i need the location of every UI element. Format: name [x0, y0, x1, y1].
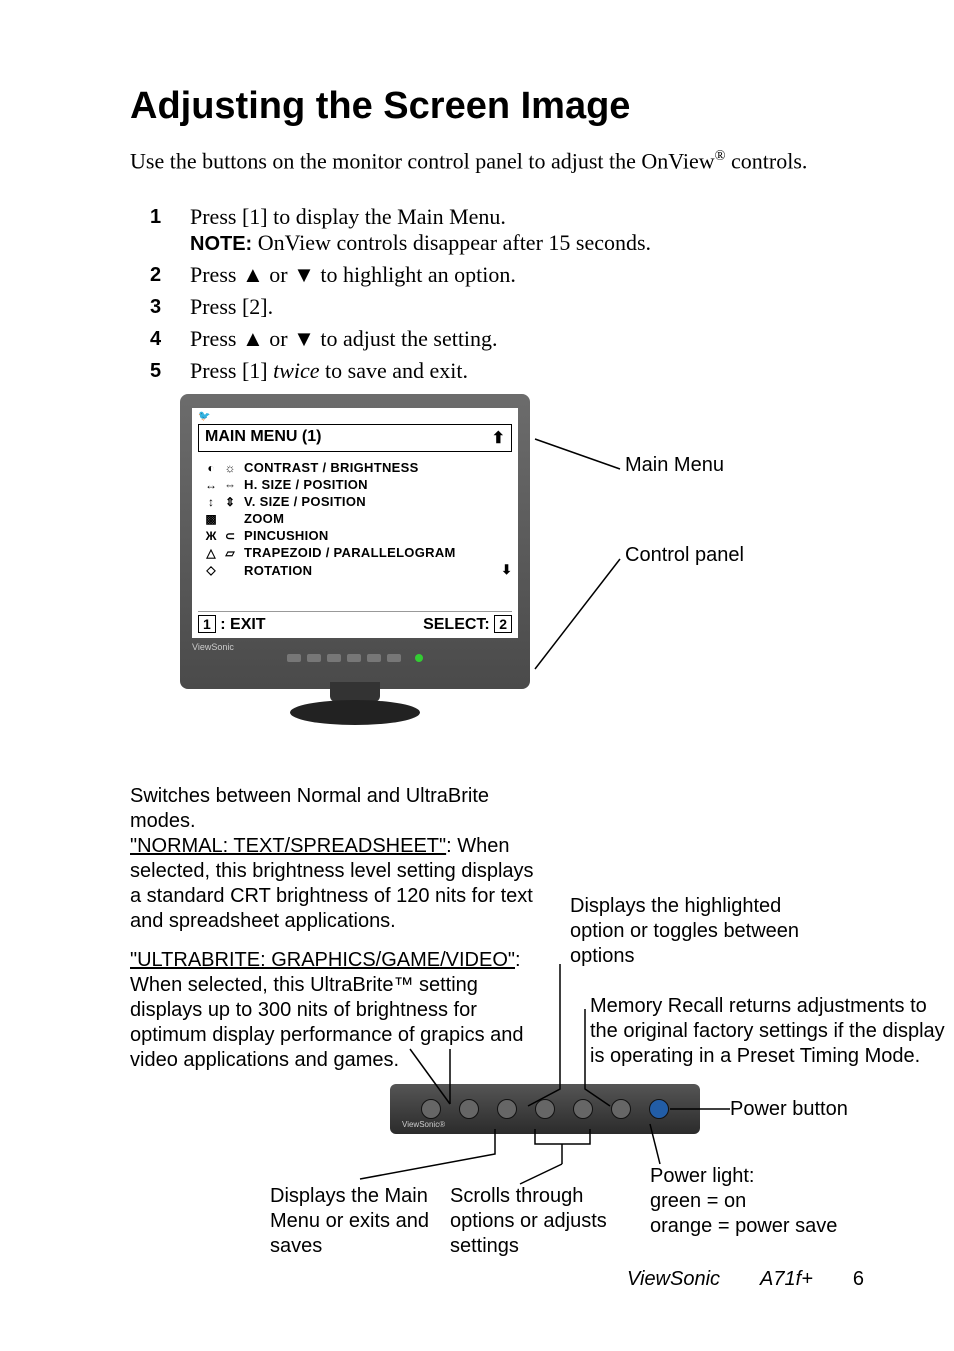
vpos-icon: ⇕ [220, 495, 240, 509]
step-5: Press [1] twice to save and exit. [130, 358, 884, 384]
parallelogram-icon: ▱ [220, 546, 240, 560]
bezel-led-icon [415, 654, 423, 662]
panel-button-mode [421, 1099, 441, 1119]
panel-button-memory [611, 1099, 631, 1119]
callout-control-panel: Control panel [625, 544, 744, 567]
panel-brand: ViewSonic® [402, 1120, 445, 1130]
osd-key-1: 1 [198, 615, 216, 633]
panel-button-2 [497, 1099, 517, 1119]
callout-main-menu: Main Menu [625, 454, 724, 477]
osd-list-arrow-icon: ⬇ [501, 562, 512, 578]
footer-model: A71f+ [760, 1268, 813, 1291]
osd-item: ◇ROTATION⬇ [202, 562, 512, 578]
contrast-icon: ◐ [202, 461, 220, 475]
bezel-buttons [192, 654, 518, 662]
osd-logo-icon: 🐦 [192, 408, 518, 422]
note-label: NOTE: [190, 233, 252, 255]
brightness-icon: ☼ [220, 461, 240, 475]
note-text: OnView controls disappear after 15 secon… [252, 230, 651, 255]
step-1: Press [1] to display the Main Menu. NOTE… [130, 204, 884, 256]
rotation-icon: ◇ [202, 563, 220, 577]
intro-text: Use the buttons on the monitor control p… [130, 148, 884, 174]
panel-button-down [535, 1099, 555, 1119]
bezel-button [387, 654, 401, 662]
osd-footer: 1 : EXIT SELECT: 2 [198, 611, 512, 634]
osd-title-text: MAIN MENU (1) [205, 428, 321, 448]
monitor-illustration: 🐦 MAIN MENU (1) ⬆ ◐☼CONTRAST / BRIGHTNES… [180, 394, 940, 774]
step-3: Press [2]. [130, 294, 884, 320]
panel-button-power [649, 1099, 669, 1119]
footer-page-number: 6 [853, 1268, 864, 1291]
bezel-button [307, 654, 321, 662]
panel-button-up [573, 1099, 593, 1119]
bezel-button [367, 654, 381, 662]
intro-before: Use the buttons on the monitor control p… [130, 148, 715, 173]
callout-displays-option: Displays the highlighted option or toggl… [570, 894, 820, 969]
vsize-icon: ↕ [202, 495, 220, 509]
mode-description: Switches between Normal and UltraBrite m… [130, 784, 550, 1073]
intro-after: controls. [726, 148, 808, 173]
footer-brand: ViewSonic [627, 1268, 720, 1291]
osd-key-2: 2 [494, 615, 512, 633]
control-panel-strip: ViewSonic® [390, 1084, 700, 1134]
callout-memory-recall: Memory Recall returns adjustments to the… [590, 994, 950, 1069]
up-arrow-icon: ▲ [242, 326, 264, 351]
osd-title-bar: MAIN MENU (1) ⬆ [198, 424, 512, 452]
bezel-brand: ViewSonic [192, 642, 518, 652]
registered-icon: ® [715, 148, 726, 164]
callout-power-light: Power light: green = on orange = power s… [650, 1164, 870, 1239]
hpos-icon: ⇔ [220, 478, 240, 492]
osd-item: ▩ZOOM [202, 511, 512, 526]
ultrabrite-mode-label: "ULTRABRITE: GRAPHICS/GAME/VIDEO" [130, 949, 515, 971]
osd-window: 🐦 MAIN MENU (1) ⬆ ◐☼CONTRAST / BRIGHTNES… [192, 408, 518, 638]
osd-item: ↔⇔H. SIZE / POSITION [202, 477, 512, 492]
bezel-button [347, 654, 361, 662]
osd-item: ↕⇕V. SIZE / POSITION [202, 494, 512, 509]
callout-scrolls: Scrolls through options or adjusts setti… [450, 1184, 640, 1259]
page-footer: ViewSonic A71f+ 6 [627, 1268, 864, 1291]
bezel-button [287, 654, 301, 662]
monitor-stand [290, 682, 420, 737]
step-list: Press [1] to display the Main Menu. NOTE… [130, 204, 884, 384]
pincushion2-icon: ⊂ [220, 529, 240, 543]
osd-menu-list: ◐☼CONTRAST / BRIGHTNESS ↔⇔H. SIZE / POSI… [192, 452, 518, 611]
down-arrow-icon: ▼ [293, 262, 315, 287]
hsize-icon: ↔ [202, 478, 220, 492]
callout-power-button: Power button [730, 1097, 848, 1122]
step-1-text: Press [1] to display the Main Menu. [190, 204, 506, 229]
osd-item: ◐☼CONTRAST / BRIGHTNESS [202, 460, 512, 475]
osd-title-arrow-icon: ⬆ [492, 428, 505, 448]
osd-item: △▱TRAPEZOID / PARALLELOGRAM [202, 545, 512, 560]
down-arrow-icon: ▼ [293, 326, 315, 351]
monitor-bezel: 🐦 MAIN MENU (1) ⬆ ◐☼CONTRAST / BRIGHTNES… [180, 394, 530, 689]
osd-item: Ж⊂PINCUSHION [202, 528, 512, 543]
up-arrow-icon: ▲ [242, 262, 264, 287]
modes-intro: Switches between Normal and UltraBrite m… [130, 784, 550, 834]
zoom-icon: ▩ [202, 512, 220, 526]
normal-mode-label: "NORMAL: TEXT/SPREADSHEET" [130, 835, 446, 857]
pincushion-icon: Ж [202, 529, 220, 543]
panel-button-1 [459, 1099, 479, 1119]
callout-displays-main: Displays the Main Menu or exits and save… [270, 1184, 450, 1259]
step-2: Press ▲ or ▼ to highlight an option. [130, 262, 884, 288]
bezel-button [327, 654, 341, 662]
step-4: Press ▲ or ▼ to adjust the setting. [130, 326, 884, 352]
trapezoid-icon: △ [202, 546, 220, 560]
page-title: Adjusting the Screen Image [130, 85, 884, 128]
lower-section: Switches between Normal and UltraBrite m… [130, 784, 884, 1073]
